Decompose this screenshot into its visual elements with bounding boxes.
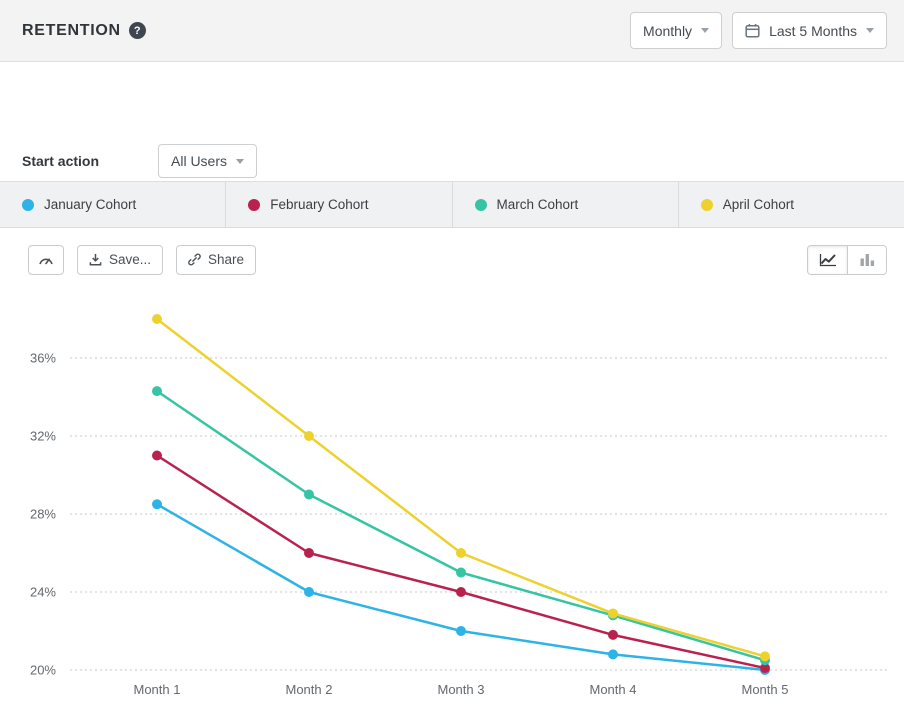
share-button-label: Share bbox=[208, 252, 244, 267]
bar-chart-toggle-button[interactable] bbox=[847, 246, 886, 274]
series-line bbox=[157, 456, 765, 669]
data-point[interactable] bbox=[608, 649, 618, 659]
series-line bbox=[157, 319, 765, 656]
calendar-icon bbox=[745, 23, 760, 38]
data-point[interactable] bbox=[152, 499, 162, 509]
x-axis-tick-label: Month 4 bbox=[590, 682, 637, 697]
y-axis-tick-label: 20% bbox=[30, 663, 56, 678]
dashboard-button[interactable] bbox=[28, 245, 64, 275]
x-axis-tick-label: Month 3 bbox=[438, 682, 485, 697]
chevron-down-icon bbox=[866, 28, 874, 33]
cohort-dot bbox=[22, 199, 34, 211]
data-point[interactable] bbox=[608, 608, 618, 618]
chart-toolbar: Save... Share bbox=[0, 229, 904, 290]
x-axis-tick-label: Month 5 bbox=[742, 682, 789, 697]
data-point[interactable] bbox=[456, 548, 466, 558]
cohort-label: April Cohort bbox=[723, 197, 794, 212]
data-point[interactable] bbox=[304, 490, 314, 500]
chevron-down-icon bbox=[701, 28, 709, 33]
data-point[interactable] bbox=[152, 314, 162, 324]
retention-chart: 20% 24% 28% 32% 36% Month 1 Month 2 Month 3 Mont… bbox=[0, 290, 904, 722]
bar-chart-icon bbox=[860, 253, 875, 266]
data-point[interactable] bbox=[456, 626, 466, 636]
y-axis-tick-label: 24% bbox=[30, 585, 56, 600]
data-point[interactable] bbox=[456, 568, 466, 578]
line-chart-icon bbox=[819, 253, 837, 267]
cohort-tab-february[interactable]: February Cohort bbox=[226, 182, 452, 227]
cohort-tab-april[interactable]: April Cohort bbox=[679, 182, 904, 227]
save-button[interactable]: Save... bbox=[77, 245, 163, 275]
cohort-dot bbox=[248, 199, 260, 211]
data-point[interactable] bbox=[608, 630, 618, 640]
cohort-legend: January Cohort February Cohort March Coh… bbox=[0, 182, 904, 228]
date-range-dropdown-value: Last 5 Months bbox=[769, 23, 857, 39]
start-action-value: All Users bbox=[171, 153, 227, 169]
start-action-row: Start action All Users bbox=[22, 144, 257, 178]
start-action-dropdown[interactable]: All Users bbox=[158, 144, 257, 178]
interval-dropdown-value: Monthly bbox=[643, 23, 692, 39]
y-axis-tick-label: 28% bbox=[30, 507, 56, 522]
cohort-tab-january[interactable]: January Cohort bbox=[0, 182, 226, 227]
cohort-dot bbox=[701, 199, 713, 211]
data-point[interactable] bbox=[304, 587, 314, 597]
header-controls: Monthly Last 5 Months bbox=[630, 12, 887, 49]
cohort-dot bbox=[475, 199, 487, 211]
data-point[interactable] bbox=[152, 451, 162, 461]
data-point[interactable] bbox=[760, 651, 770, 661]
cohort-tab-march[interactable]: March Cohort bbox=[453, 182, 679, 227]
x-axis-tick-label: Month 2 bbox=[286, 682, 333, 697]
date-range-dropdown[interactable]: Last 5 Months bbox=[732, 12, 887, 49]
retention-chart-svg: 20% 24% 28% 32% 36% Month 1 Month 2 Month 3 Mont… bbox=[0, 290, 904, 722]
interval-dropdown[interactable]: Monthly bbox=[630, 12, 722, 49]
link-icon bbox=[188, 253, 201, 266]
data-point[interactable] bbox=[152, 386, 162, 396]
retention-report: RETENTION ? Monthly Last 5 Months bbox=[0, 0, 904, 722]
data-point[interactable] bbox=[456, 587, 466, 597]
save-button-label: Save... bbox=[109, 252, 151, 267]
series-line bbox=[157, 391, 765, 660]
download-icon bbox=[89, 253, 102, 266]
data-point[interactable] bbox=[304, 431, 314, 441]
x-axis-tick-label: Month 1 bbox=[134, 682, 181, 697]
y-axis-tick-label: 32% bbox=[30, 429, 56, 444]
chevron-down-icon bbox=[236, 159, 244, 164]
data-point[interactable] bbox=[304, 548, 314, 558]
chart-type-toggle bbox=[807, 245, 887, 275]
y-axis-tick-label: 36% bbox=[30, 351, 56, 366]
gauge-icon bbox=[38, 253, 54, 266]
cohort-label: February Cohort bbox=[270, 197, 368, 212]
cohort-label: January Cohort bbox=[44, 197, 136, 212]
filters-panel: Start action All Users Returning action … bbox=[0, 63, 904, 182]
help-icon[interactable]: ? bbox=[129, 22, 146, 39]
start-action-label: Start action bbox=[22, 153, 158, 169]
cohort-label: March Cohort bbox=[497, 197, 579, 212]
share-button[interactable]: Share bbox=[176, 245, 256, 275]
report-header: RETENTION ? Monthly Last 5 Months bbox=[0, 0, 904, 62]
page-title: RETENTION bbox=[22, 22, 121, 40]
line-chart-toggle-button[interactable] bbox=[808, 246, 847, 274]
